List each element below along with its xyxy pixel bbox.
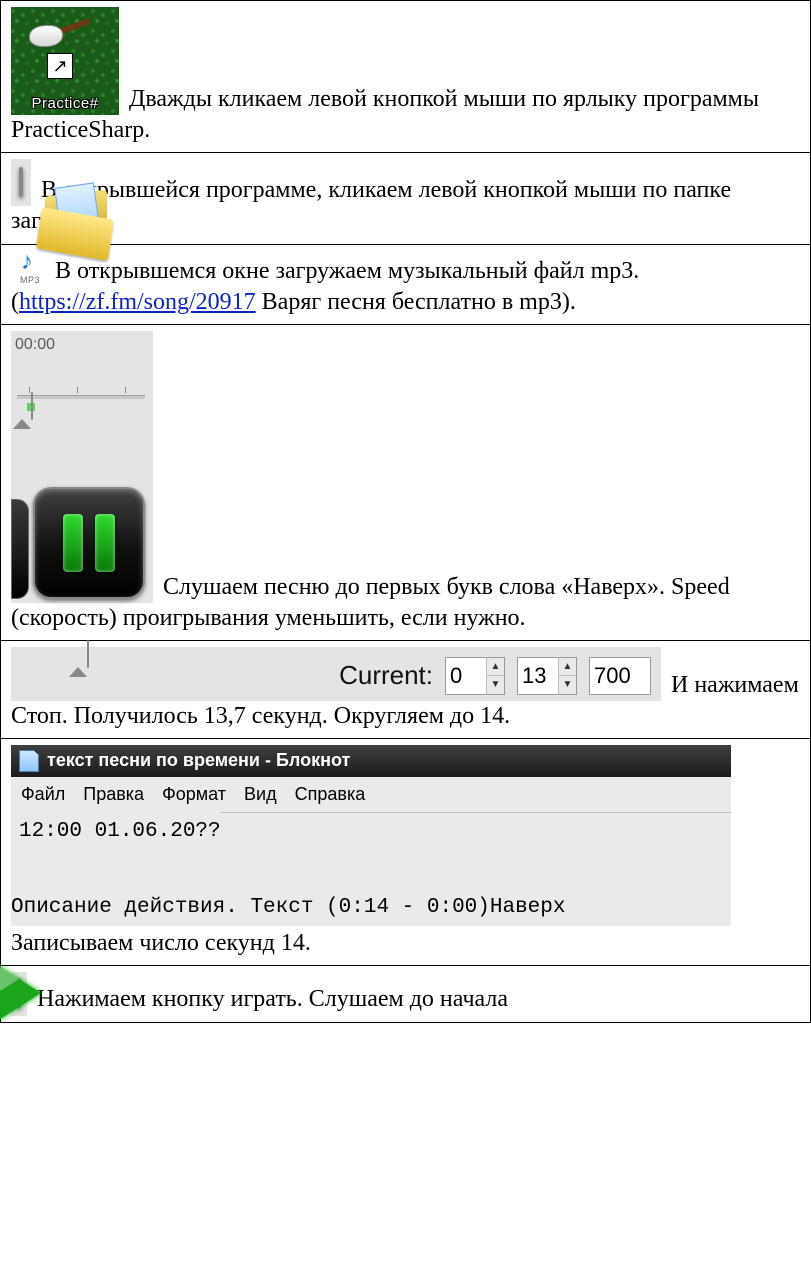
prev-button-edge	[11, 499, 29, 599]
open-folder-button-thumb	[11, 159, 31, 206]
current-seconds-value	[518, 658, 558, 694]
notepad-line-2: Описание действия. Текст (0:14 - 0:00)На…	[11, 896, 566, 919]
time-display: 00:00	[15, 335, 55, 356]
player-thumbnail: 00:00	[11, 331, 153, 603]
pause-button	[33, 487, 145, 599]
spinner-arrows-icon: ▲▼	[486, 658, 504, 694]
play-button-thumb	[11, 972, 27, 1015]
play-icon	[0, 965, 41, 1021]
current-millis-field	[589, 657, 651, 695]
current-minutes-value	[446, 658, 486, 694]
notepad-menubar: Файл Правка Формат Вид Справка	[11, 777, 731, 813]
guitar-icon	[29, 15, 89, 55]
current-position-panel: Current: ▲▼ ▲▼	[11, 647, 661, 701]
shortcut-arrow-icon	[47, 53, 73, 79]
notepad-window: текст песни по времени - Блокнот Файл Пр…	[11, 745, 731, 926]
notepad-line-1: 12:00 01.06.20??	[19, 820, 221, 843]
slider-knob-icon	[13, 391, 35, 423]
current-label: Current:	[339, 659, 433, 693]
shortcut-label: Practice#	[11, 94, 119, 116]
folder-open-icon	[39, 193, 115, 253]
current-seconds-spinner: ▲▼	[517, 657, 577, 695]
practicesharp-shortcut-icon: Practice#	[11, 7, 119, 115]
step-text: Записываем число секунд 14.	[11, 930, 311, 956]
spinner-arrows-icon: ▲▼	[558, 658, 576, 694]
song-link[interactable]: https://zf.fm/song/20917	[19, 289, 256, 315]
menu-file: Файл	[21, 783, 65, 806]
instruction-table: Practice# Дважды кликаем левой кнопкой м…	[0, 0, 811, 1023]
step-text: В открывшейся программе, кликаем левой к…	[11, 177, 731, 234]
menu-format: Формат	[162, 783, 226, 806]
notepad-app-icon	[19, 750, 39, 772]
current-minutes-spinner: ▲▼	[445, 657, 505, 695]
menu-view: Вид	[244, 783, 277, 806]
open-folder-button	[19, 167, 23, 197]
pause-icon	[63, 514, 115, 572]
step-text-b: Варяг песня бесплатно в mp3).	[256, 289, 576, 315]
slider-knob-icon	[69, 639, 91, 671]
notepad-body: 12:00 01.06.20?? Описание действия. Текс…	[11, 810, 574, 925]
step-text: Нажимаем кнопку играть. Слушаем до начал…	[31, 986, 508, 1012]
current-millis-value	[590, 658, 650, 694]
play-button	[17, 978, 21, 1008]
music-note-icon	[21, 251, 35, 273]
step-text: Дважды кликаем левой кнопкой мыши по ярл…	[11, 86, 759, 143]
mp3-ext-label: MP3	[15, 275, 45, 287]
menu-edit: Правка	[83, 783, 144, 806]
notepad-title-text: текст песни по времени - Блокнот	[47, 749, 350, 772]
menu-help: Справка	[295, 783, 366, 806]
mp3-file-icon: MP3	[15, 251, 45, 287]
notepad-titlebar: текст песни по времени - Блокнот	[11, 745, 731, 776]
timeline-slider	[17, 377, 145, 407]
